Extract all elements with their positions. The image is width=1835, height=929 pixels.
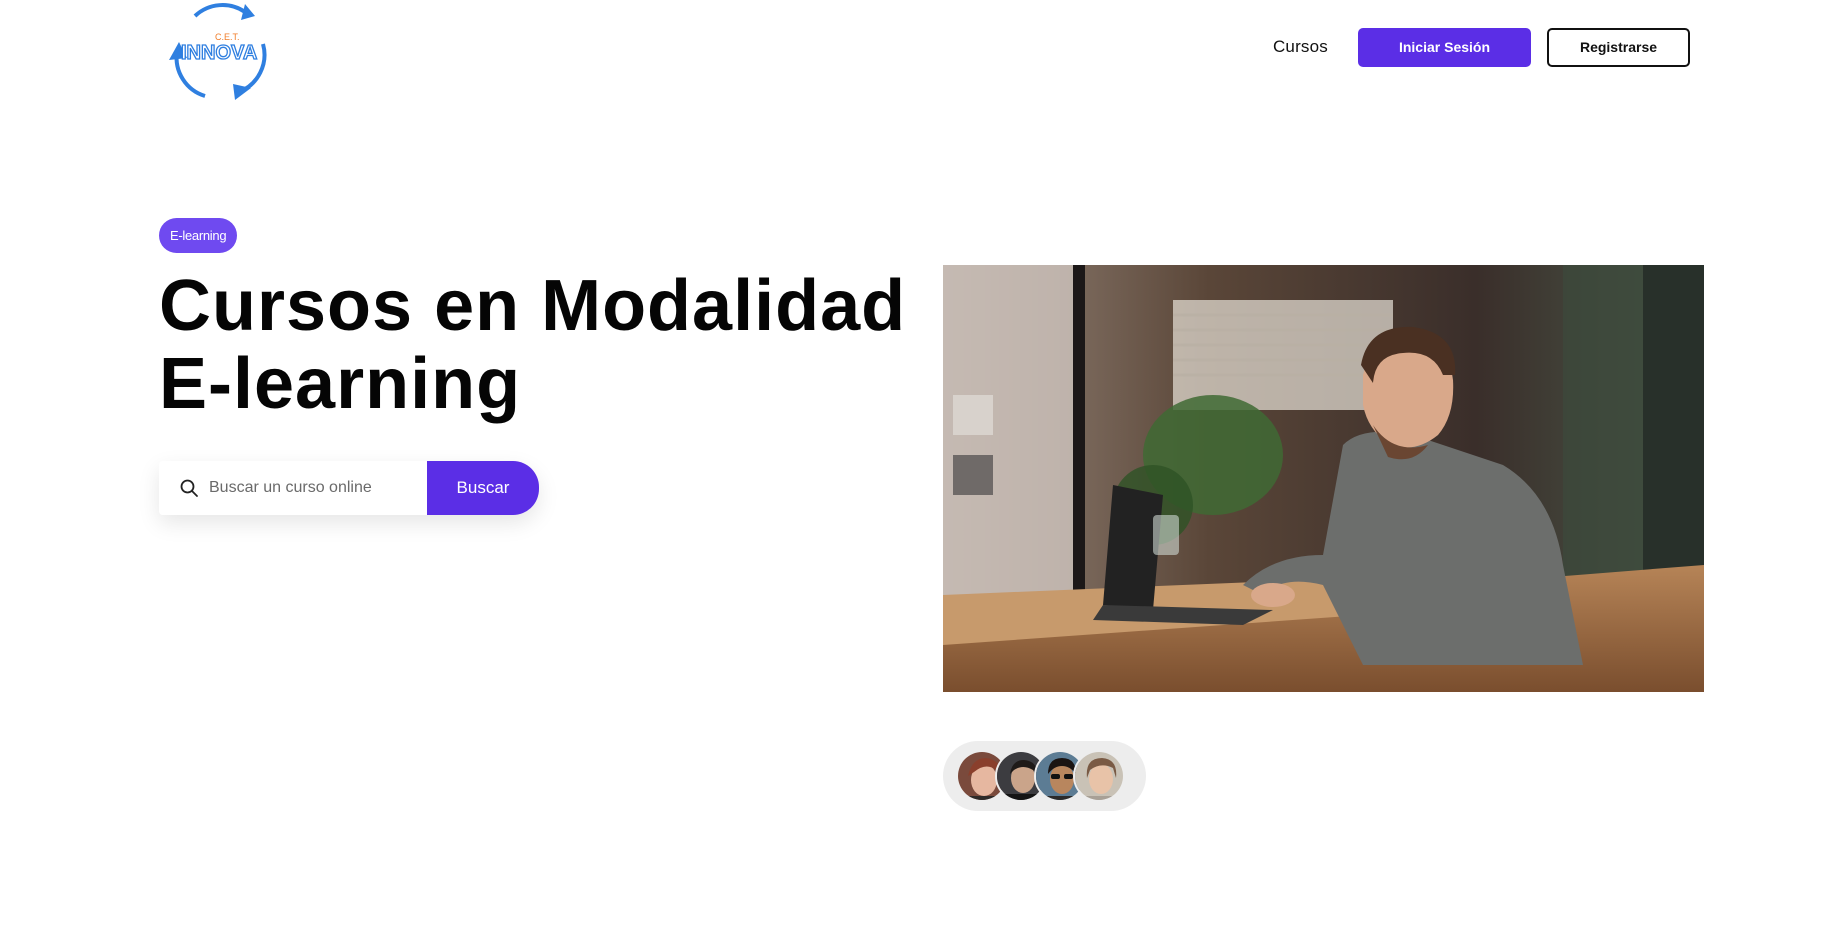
page-title-line-2: E-learning <box>159 344 522 424</box>
page-title-line-1: Cursos en Modalidad <box>159 266 907 346</box>
nav-link-courses[interactable]: Cursos <box>1273 37 1328 57</box>
elearning-badge: E-learning <box>159 218 238 253</box>
avatar <box>1073 750 1125 802</box>
avatar-woman-2-icon <box>1075 752 1123 800</box>
hero-photo-man-laptop-cafe-icon <box>943 265 1704 692</box>
search-field-wrapper <box>159 461 427 515</box>
recycle-arrows-logo-icon: C.E.T. INNOVA <box>169 3 267 100</box>
search-icon <box>180 479 198 497</box>
logo-main-text: INNOVA <box>181 42 257 64</box>
brand-logo[interactable]: C.E.T. INNOVA <box>165 0 275 102</box>
logo-top-text: C.E.T. <box>215 32 240 42</box>
top-nav: Cursos Iniciar Sesión Registrarse <box>1273 27 1690 67</box>
search-input[interactable] <box>209 479 409 497</box>
course-search: Buscar <box>159 461 539 515</box>
students-avatar-group <box>943 741 1146 811</box>
login-button[interactable]: Iniciar Sesión <box>1358 27 1531 67</box>
page-title: Cursos en Modalidad E-learning <box>159 267 919 423</box>
register-button[interactable]: Registrarse <box>1547 27 1690 67</box>
search-button[interactable]: Buscar <box>427 461 539 515</box>
hero-image <box>943 265 1704 692</box>
